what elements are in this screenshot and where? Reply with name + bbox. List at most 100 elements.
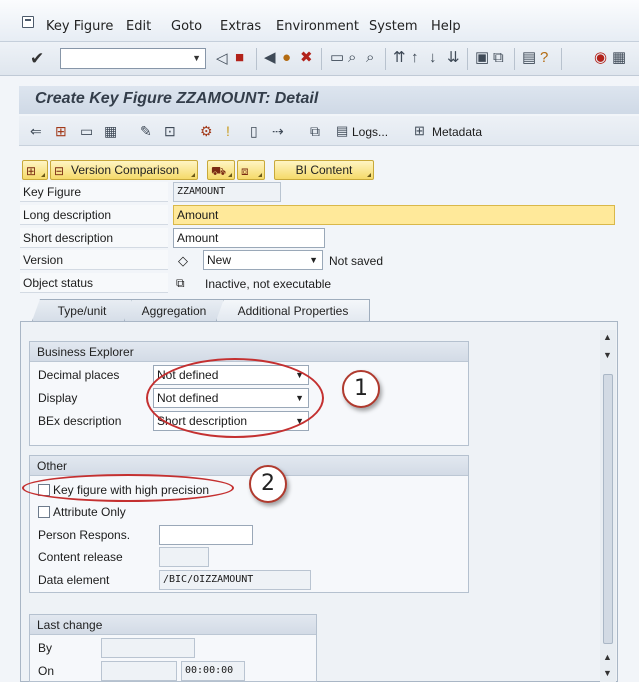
short-description-field[interactable]: Amount xyxy=(173,228,325,248)
data-element-field[interactable]: /BIC/OIZZAMOUNT xyxy=(159,570,311,590)
menu-environment[interactable]: Environment xyxy=(276,19,359,34)
toolbar-separator xyxy=(514,48,515,70)
attribute-only-label: Attribute Only xyxy=(53,505,126,519)
key-figure-label: Key Figure xyxy=(20,182,168,202)
person-responsible-field[interactable] xyxy=(159,525,253,545)
bi-content-label: BI Content xyxy=(295,163,353,177)
short-description-label: Short description xyxy=(20,228,168,248)
metadata-icon[interactable]: ⊞ xyxy=(414,124,425,137)
window-menu-icon[interactable] xyxy=(22,16,34,28)
network-button[interactable]: ⧈ xyxy=(237,160,265,180)
dropdown-corner xyxy=(258,173,262,177)
hierarchy-icon[interactable]: ⊞ xyxy=(55,124,67,138)
previous-page-icon[interactable]: ↑ xyxy=(411,50,419,65)
display-icon[interactable]: ▭ xyxy=(80,124,93,138)
display-label: Display xyxy=(38,391,78,405)
exit-icon[interactable]: ● xyxy=(282,50,291,65)
first-page-icon[interactable]: ⇈ xyxy=(393,50,406,65)
last-page-icon[interactable]: ⇊ xyxy=(447,50,460,65)
transport-icon[interactable]: ⇢ xyxy=(272,124,284,138)
menu-system[interactable]: System xyxy=(369,19,417,34)
version-comparison-label: Version Comparison xyxy=(71,163,180,177)
long-description-label: Long description xyxy=(20,205,168,225)
menu-key-figure[interactable]: Key Figure xyxy=(46,19,113,34)
long-description-field[interactable]: Amount xyxy=(173,205,615,225)
dropdown-corner xyxy=(191,173,195,177)
shortcut-icon[interactable]: ⧉ xyxy=(493,50,504,65)
other-object-icon[interactable]: ⇐ xyxy=(30,124,42,138)
bex-description-label: BEx description xyxy=(38,414,122,428)
toolbar-separator xyxy=(385,48,386,70)
other-title: Other xyxy=(30,456,468,476)
chevron-down-icon[interactable]: ▼ xyxy=(192,53,201,63)
back-triangle-icon[interactable]: ◁ xyxy=(216,51,228,66)
annotation-number-2: 2 xyxy=(249,465,287,503)
transport-button[interactable]: ⛟ xyxy=(207,160,235,180)
chevron-down-icon[interactable]: ▼ xyxy=(309,251,318,269)
tab-type-unit[interactable]: Type/unit xyxy=(32,299,132,321)
key-figure-field[interactable]: ZZAMOUNT xyxy=(173,182,281,202)
logs-button[interactable]: Logs... xyxy=(352,125,388,139)
truck-icon: ⛟ xyxy=(211,164,227,178)
cancel-icon[interactable]: ✖ xyxy=(300,50,313,65)
decimal-places-label: Decimal places xyxy=(38,368,120,382)
metadata-button[interactable]: Metadata xyxy=(432,125,482,139)
document-icon[interactable]: ▯ xyxy=(250,124,258,138)
changed-by-label: By xyxy=(38,641,53,655)
activate-icon[interactable]: ⚙ xyxy=(200,124,213,138)
page-title: Create Key Figure ZZAMOUNT: Detail xyxy=(35,90,319,107)
version-label: Version xyxy=(20,250,168,270)
object-status-label: Object status xyxy=(20,273,168,293)
object-status-value: Inactive, not executable xyxy=(205,277,332,291)
menu-extras[interactable]: Extras xyxy=(220,19,261,34)
scroll-down-icon[interactable]: ▼ xyxy=(603,668,612,678)
find-icon[interactable]: ⌕ xyxy=(348,50,356,65)
enter-check-icon[interactable]: ✔ xyxy=(30,50,44,67)
content-release-label: Content release xyxy=(38,550,123,564)
tab-additional-properties[interactable]: Additional Properties xyxy=(216,299,370,321)
help-icon[interactable]: ? xyxy=(540,50,548,65)
where-used-icon[interactable]: ⧉ xyxy=(310,124,320,138)
customize-help-icon[interactable]: ◉ xyxy=(594,50,607,65)
vertical-scrollbar[interactable]: ▲ ▼ ▲ ▼ xyxy=(600,330,616,682)
find-next-icon[interactable]: ⌕ xyxy=(366,50,374,65)
hierarchy-button[interactable]: ⊞ xyxy=(22,160,48,180)
new-session-icon[interactable]: ▣ xyxy=(475,50,489,65)
menu-goto[interactable]: Goto xyxy=(171,19,202,34)
command-field[interactable]: ▼ xyxy=(60,48,206,69)
version-dropdown[interactable]: New ▼ xyxy=(203,250,323,270)
attribute-only-checkbox[interactable] xyxy=(38,506,50,518)
menu-help[interactable]: Help xyxy=(431,19,461,34)
check-icon[interactable]: ⊡ xyxy=(164,124,176,138)
table-icon[interactable]: ▦ xyxy=(104,124,117,138)
scroll-up-icon[interactable]: ▼ xyxy=(603,350,612,360)
menu-edit[interactable]: Edit xyxy=(126,19,151,34)
scroll-down-icon[interactable]: ▲ xyxy=(603,652,612,662)
save-icon[interactable]: ■ xyxy=(235,50,244,65)
print-icon[interactable]: ▭ xyxy=(330,50,344,65)
annotation-ellipse-2 xyxy=(22,474,234,502)
version-value: New xyxy=(207,253,232,267)
layout-icon[interactable]: ▤ xyxy=(522,50,536,65)
last-change-title: Last change xyxy=(30,615,316,635)
toolbar-separator xyxy=(467,48,468,70)
version-comparison-button[interactable]: ⊟ Version Comparison xyxy=(50,160,198,180)
info-icon[interactable]: ! xyxy=(226,124,230,138)
edit-pencil-icon[interactable]: ✎ xyxy=(140,124,152,138)
customize-layout-icon[interactable]: ▦ xyxy=(612,50,626,65)
logs-icon[interactable]: ▤ xyxy=(336,124,348,137)
next-page-icon[interactable]: ↓ xyxy=(429,50,437,65)
changed-by-field xyxy=(101,638,195,658)
tab-aggregation[interactable]: Aggregation xyxy=(124,299,224,321)
toolbar-separator xyxy=(561,48,562,70)
dropdown-corner xyxy=(41,173,45,177)
diamond-icon: ◇ xyxy=(178,253,188,268)
changed-on-time-field: 00:00:00 xyxy=(181,661,245,681)
version-status: Not saved xyxy=(329,254,384,268)
back-icon[interactable]: ◀ xyxy=(264,50,276,65)
scroll-up-icon[interactable]: ▲ xyxy=(603,332,612,342)
bi-content-button[interactable]: BI Content xyxy=(274,160,374,180)
scrollbar-thumb[interactable] xyxy=(603,374,613,644)
annotation-number-1: 1 xyxy=(342,370,380,408)
changed-on-date-field xyxy=(101,661,177,681)
